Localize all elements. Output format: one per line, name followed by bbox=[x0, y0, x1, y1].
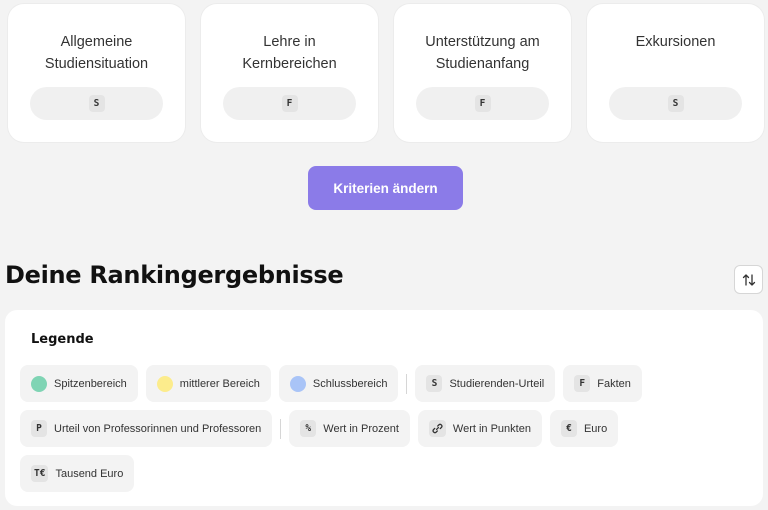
legend-item-percent: % Wert in Prozent bbox=[289, 410, 410, 447]
euro-icon: € bbox=[560, 420, 577, 437]
criteria-card-title: Allgemeine Studiensituation bbox=[8, 31, 185, 75]
criteria-card-title-line: Allgemeine bbox=[60, 34, 133, 50]
legend-row: T€ Tausend Euro bbox=[20, 455, 135, 492]
criteria-source-pill: S bbox=[30, 87, 163, 120]
legend-item-label: mittlerer Bereich bbox=[179, 377, 260, 390]
criteria-card-title-line: Kernbereichen bbox=[242, 56, 337, 72]
criteria-source-pill: F bbox=[416, 87, 549, 120]
legend-item-label: Wert in Prozent bbox=[323, 422, 399, 435]
divider bbox=[280, 418, 282, 439]
link-icon-graphic bbox=[432, 423, 443, 434]
criteria-card-title-line: Lehre in bbox=[263, 34, 316, 50]
source-badge: F bbox=[474, 95, 491, 112]
legend-item-top-group: Spitzenbereich bbox=[20, 365, 138, 402]
criteria-source-pill: F bbox=[223, 87, 356, 120]
criteria-card-title-line: Unterstützung am bbox=[425, 34, 540, 50]
criteria-cards: Allgemeine Studiensituation S Lehre in K… bbox=[0, 0, 768, 144]
legend-item-facts: F Fakten bbox=[563, 365, 642, 402]
criteria-card: Allgemeine Studiensituation S bbox=[8, 4, 185, 142]
yellow-dot-icon bbox=[156, 375, 173, 392]
thousand-euro-icon: T€ bbox=[31, 465, 49, 482]
source-badge: S bbox=[667, 95, 684, 112]
criteria-source-pill: S bbox=[609, 87, 742, 120]
divider bbox=[406, 373, 408, 394]
criteria-card: Lehre in Kernbereichen F bbox=[201, 4, 378, 142]
criteria-card: Unterstützung am Studienanfang F bbox=[394, 4, 571, 142]
legend-row: P Urteil von Professorinnen und Professo… bbox=[20, 410, 619, 447]
sort-button[interactable] bbox=[734, 265, 763, 294]
criteria-card: Exkursionen S bbox=[587, 4, 764, 142]
source-badge: S bbox=[88, 95, 105, 112]
results-heading: Deine Rankingergebnisse bbox=[5, 261, 344, 289]
legend-item-label: Spitzenbereich bbox=[54, 377, 127, 390]
legend-item-label: Urteil von Professorinnen und Professore… bbox=[54, 422, 262, 435]
legend-item-label: Studierenden-Urteil bbox=[449, 377, 545, 390]
legend-item-student-judgement: S Studierenden-Urteil bbox=[415, 365, 556, 402]
criteria-card-title-line: Studienanfang bbox=[435, 56, 530, 72]
legend-title: Legende bbox=[31, 332, 94, 347]
legend-item-euro: € Euro bbox=[549, 410, 619, 447]
criteria-card-title-line: Studiensituation bbox=[44, 56, 149, 72]
blue-dot-icon bbox=[289, 375, 306, 392]
legend-item-label: Tausend Euro bbox=[55, 467, 124, 480]
criteria-card-title: Exkursionen bbox=[587, 31, 764, 53]
legend-item-professor-judgement: P Urteil von Professorinnen und Professo… bbox=[20, 410, 273, 447]
source-s-icon: S bbox=[426, 375, 443, 392]
legend-row: Spitzenbereich mittlerer Bereich Schluss… bbox=[20, 365, 642, 402]
legend-item-label: Wert in Punkten bbox=[452, 422, 531, 435]
legend-item-label: Fakten bbox=[597, 377, 631, 390]
green-dot-icon bbox=[31, 375, 47, 392]
legend-panel: Legende Spitzenbereich mittlerer Bereich… bbox=[5, 310, 763, 506]
source-f-icon: F bbox=[574, 375, 591, 392]
sort-arrows-icon bbox=[742, 273, 755, 286]
legend-item-middle-group: mittlerer Bereich bbox=[145, 365, 271, 402]
legend-item-points: Wert in Punkten bbox=[417, 410, 542, 447]
legend-item-thousand-euro: T€ Tausend Euro bbox=[20, 455, 135, 492]
criteria-card-title-line: Exkursionen bbox=[635, 34, 716, 50]
criteria-card-title: Unterstützung am Studienanfang bbox=[394, 31, 571, 75]
legend-item-bottom-group: Schlussbereich bbox=[278, 365, 399, 402]
link-icon bbox=[428, 420, 446, 437]
change-criteria-button[interactable]: Kriterien ändern bbox=[308, 166, 463, 210]
legend-item-label: Schlussbereich bbox=[312, 377, 388, 390]
criteria-card-title: Lehre in Kernbereichen bbox=[201, 31, 378, 75]
source-p-icon: P bbox=[31, 420, 47, 437]
legend-item-label: Euro bbox=[583, 422, 608, 435]
source-badge: F bbox=[281, 95, 298, 112]
percent-icon: % bbox=[300, 420, 317, 437]
